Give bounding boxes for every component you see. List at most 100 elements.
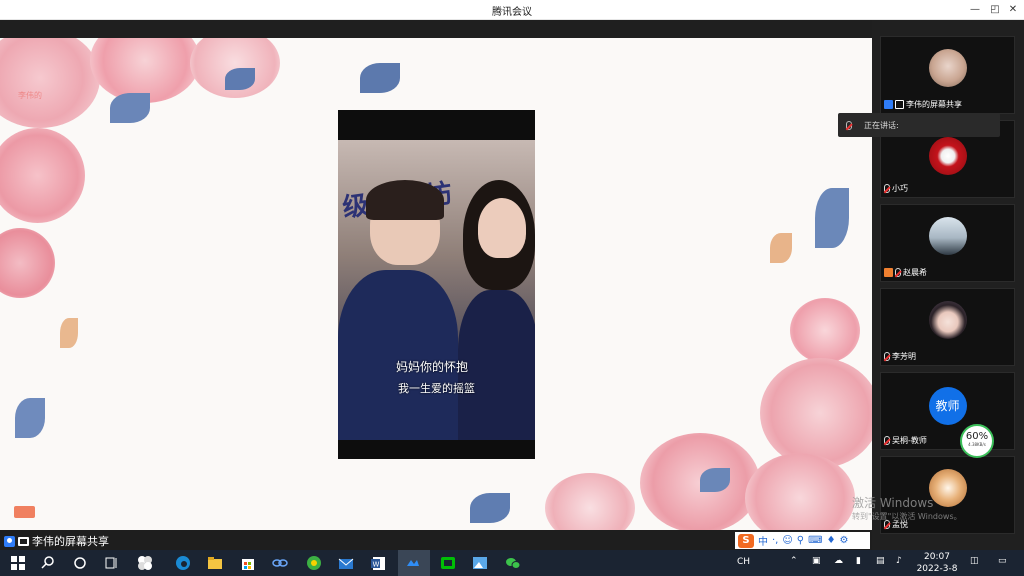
tray-app-icon[interactable]: ▣ (812, 556, 821, 566)
participant-tile[interactable]: 李芳明 (880, 288, 1015, 366)
speaking-indicator: 正在讲话: (838, 113, 1000, 137)
person-right-face (478, 198, 526, 258)
leaf-decoration (15, 398, 45, 438)
minimize-button[interactable]: — (966, 2, 984, 18)
avatar (928, 137, 967, 175)
action-center-icon[interactable]: ▭ (998, 556, 1007, 566)
user-icon (4, 535, 15, 547)
rose-decoration (760, 358, 872, 468)
participant-name: 李伟的屏幕共享 (884, 99, 962, 110)
volume-icon[interactable]: ♪ (896, 556, 902, 566)
title-bar: 腾讯会议 — ◰ ✕ (0, 0, 1024, 20)
screen-share-label: 李伟的屏幕共享 (32, 535, 109, 548)
svg-text:W: W (373, 561, 380, 569)
window-title: 腾讯会议 (492, 7, 532, 18)
participant-tile[interactable]: 教师 吴桐-教师 (880, 372, 1015, 450)
shared-video: 级工作坊 妈妈你的怀抱 我一生爱的摇篮 (338, 110, 535, 459)
rose-decoration (545, 473, 635, 530)
shared-screen: 李伟的 级工作坊 妈妈你的怀抱 我一生爱的摇篮 (0, 38, 872, 530)
keyboard-icon[interactable]: ⌨ (808, 535, 822, 546)
participant-name: 李芳明 (884, 351, 916, 362)
windows-activation-title: 激活 Windows (852, 496, 934, 510)
restore-button[interactable]: ◰ (986, 2, 1004, 18)
avatar (928, 217, 967, 255)
avatar (928, 301, 967, 339)
video-content: 级工作坊 妈妈你的怀抱 我一生爱的摇篮 (338, 140, 535, 440)
screen-share-indicator[interactable]: 李伟的屏幕共享 (4, 533, 109, 549)
sharer-watermark: 李伟的 (18, 91, 42, 100)
tray-cloud-icon[interactable]: ☁ (834, 556, 843, 566)
punctuation-icon[interactable]: ·, (772, 535, 778, 546)
mic-muted-icon (895, 268, 901, 277)
person-left-hair (366, 180, 444, 220)
file-explorer-icon[interactable] (207, 555, 223, 571)
ime-toolbar[interactable]: S 中 ·, ☺ ⚲ ⌨ ♦ ⚙ (735, 532, 870, 549)
input-lang-indicator[interactable]: CH (737, 557, 750, 567)
leaf-decoration (700, 468, 730, 492)
participant-panel: 李伟的屏幕共享 小巧 赵晨希 李芳明 教师 吴桐-教师 孟悦 (872, 20, 1024, 550)
cohost-icon (884, 268, 893, 277)
windows-activation-text: 转到"设置"以激活 Windows。 (852, 512, 962, 521)
lyric-line-1: 妈妈你的怀抱 (396, 360, 469, 374)
meeting-toolbar-strip (0, 20, 872, 38)
store-icon[interactable] (240, 555, 256, 571)
ime-mode[interactable]: 中 (758, 533, 768, 548)
participant-name: 赵晨希 (884, 267, 927, 278)
iqiyi-icon[interactable] (440, 555, 456, 571)
edge-browser-icon[interactable] (175, 555, 191, 571)
leaf-decoration (110, 93, 150, 123)
tencent-meeting-window: 腾讯会议 — ◰ ✕ 李伟的 级工作坊 (0, 0, 1024, 576)
skin-icon[interactable]: ♦ (827, 535, 836, 546)
participant-tile[interactable]: 赵晨希 (880, 204, 1015, 282)
sogou-logo-icon: S (738, 533, 754, 548)
leaf-decoration (470, 493, 510, 523)
tencent-meeting-icon[interactable] (405, 555, 421, 571)
cortana-icon[interactable] (72, 555, 88, 571)
rose-decoration (790, 298, 860, 363)
leaf-decoration (60, 318, 78, 348)
participant-name: 小巧 (884, 183, 908, 194)
voice-icon[interactable]: ⚲ (797, 535, 804, 546)
task-view-icon[interactable] (104, 555, 120, 571)
rose-decoration (0, 128, 85, 223)
browser-360-icon[interactable] (306, 555, 322, 571)
participant-tile[interactable]: 李伟的屏幕共享 (880, 36, 1015, 114)
windows-taskbar: W ⌃ ▣ ☁ ▮ ▤ ♪ ◫ ▭ (0, 550, 1024, 576)
mic-muted-icon (884, 352, 890, 361)
clock-time: 20:07 (924, 552, 950, 562)
network-status-badge[interactable]: 60% 4.38KB/s (960, 424, 994, 458)
network-icon[interactable]: ▤ (876, 556, 885, 566)
photos-icon[interactable] (472, 555, 488, 571)
host-icon (884, 100, 893, 109)
taskbar-clock[interactable]: 20:07 2022-3-8 (912, 551, 962, 575)
share-badge (14, 506, 35, 518)
lyric-line-2: 我一生爱的摇篮 (398, 382, 475, 395)
leaf-decoration (225, 68, 255, 90)
network-speed: 4.38KB/s (968, 442, 986, 447)
avatar (928, 49, 967, 87)
pinwheel-app-icon[interactable] (137, 555, 153, 571)
person-left-sweater (338, 270, 458, 440)
toolbox-icon[interactable]: ⚙ (840, 535, 849, 546)
word-icon[interactable]: W (370, 555, 386, 571)
battery-icon[interactable]: ▮ (856, 556, 861, 566)
emoji-icon[interactable]: ☺ (782, 535, 792, 546)
wechat-icon[interactable] (505, 555, 521, 571)
infinity-app-icon[interactable] (272, 555, 288, 571)
avatar (928, 469, 967, 507)
screen-share-icon (18, 536, 29, 546)
leaf-decoration (815, 188, 849, 248)
mail-icon[interactable] (338, 555, 354, 571)
mic-icon (846, 120, 852, 130)
windows-start-icon[interactable] (10, 555, 26, 571)
screen-share-icon (895, 100, 904, 109)
rose-decoration (0, 38, 100, 128)
search-icon[interactable] (40, 555, 56, 571)
leaf-decoration (360, 63, 400, 93)
notification-badge-icon[interactable]: ◫ (970, 556, 979, 566)
close-button[interactable]: ✕ (1004, 2, 1022, 18)
tray-overflow-icon[interactable]: ⌃ (790, 556, 798, 566)
network-percent: 60% (965, 431, 989, 442)
avatar: 教师 (928, 387, 967, 425)
mic-muted-icon (884, 184, 890, 193)
